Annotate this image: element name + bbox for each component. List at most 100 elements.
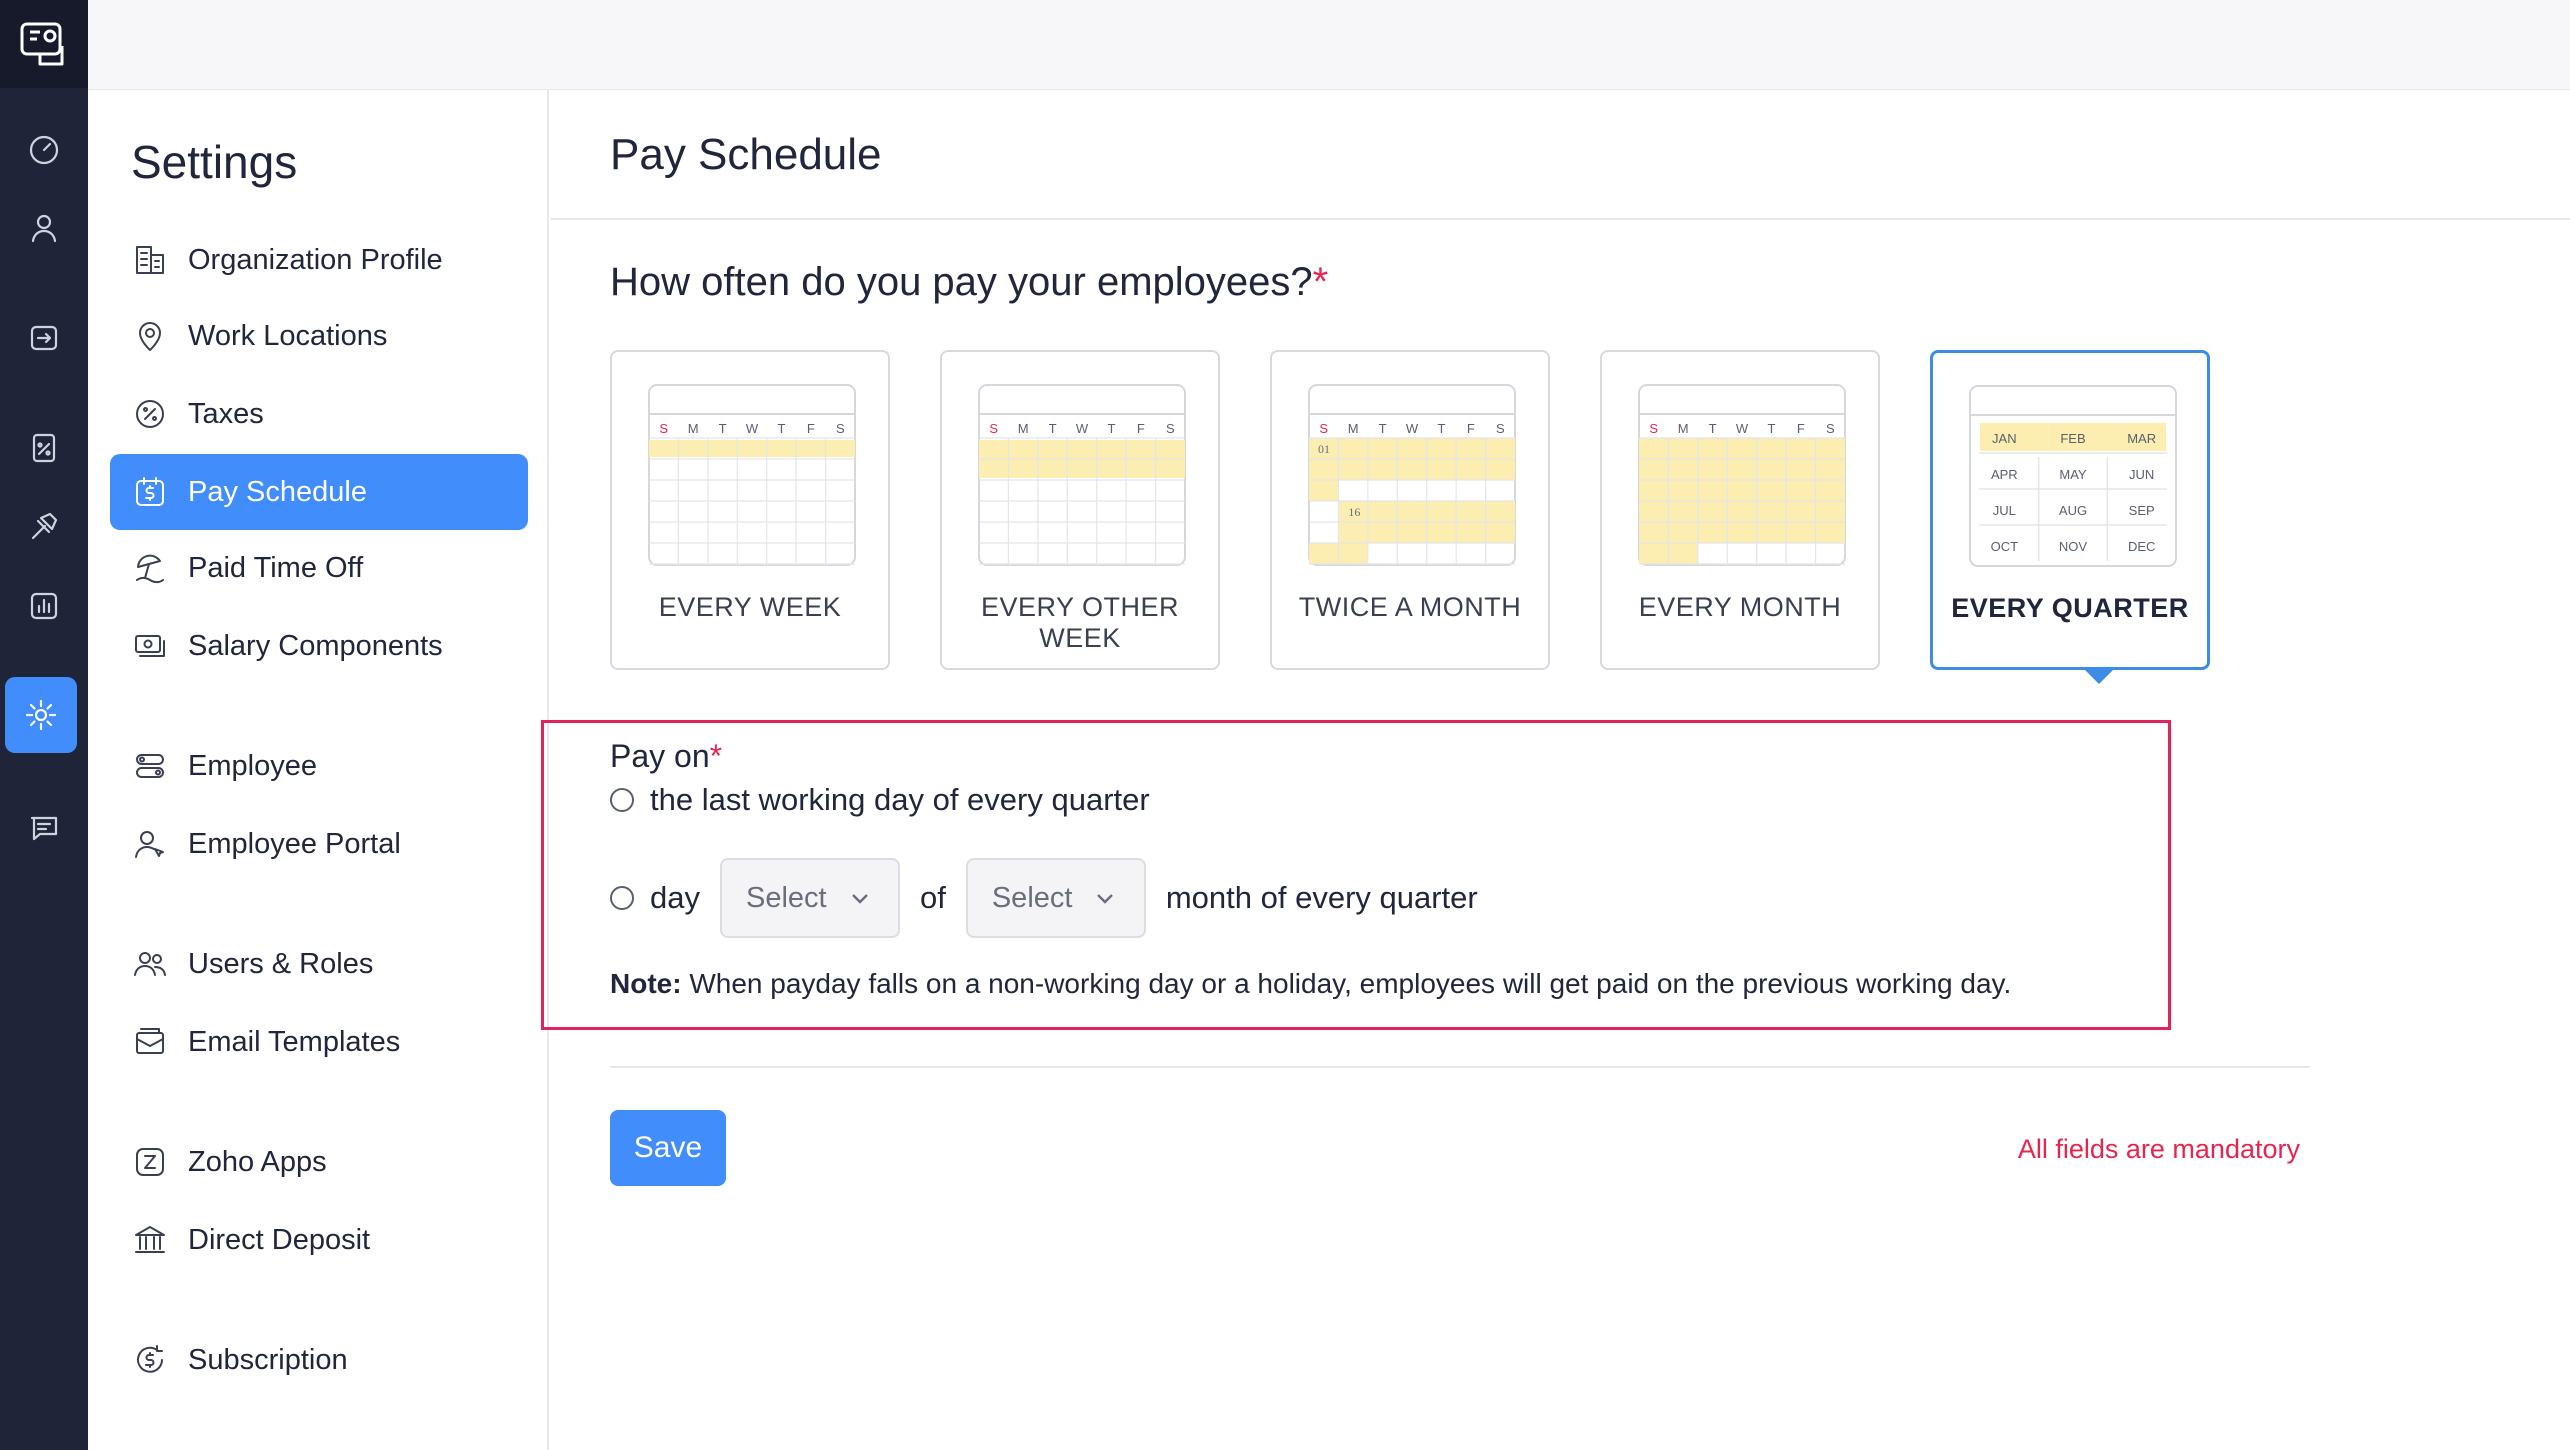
weekly-calendar-icon: SMTWTFS xyxy=(648,384,856,566)
svg-text:JUN: JUN xyxy=(2129,467,2154,482)
frequency-twice-a-month[interactable]: S M T W T F S 01 16 TWICE A MONTH xyxy=(1270,350,1550,670)
svg-text:M: M xyxy=(1348,421,1359,436)
sidebar-item-paid-time-off[interactable]: Paid Time Off xyxy=(110,530,528,606)
sidebar-item-label: Organization Profile xyxy=(188,243,443,276)
sidebar-item-subscription[interactable]: Subscription xyxy=(110,1322,528,1398)
reports-chart-icon[interactable] xyxy=(0,574,88,638)
toggle-list-icon xyxy=(132,748,168,784)
frequency-every-month[interactable]: S M T W T F S EVERY MONTH xyxy=(1600,350,1880,670)
app-rail xyxy=(0,0,88,1450)
quarterly-calendar-icon: JAN FEB MAR APR MAY JUN JUL AUG SEP OCT NOV DEC xyxy=(1969,385,2177,567)
svg-text:JUL: JUL xyxy=(1993,503,2016,518)
sidebar-item-direct-deposit[interactable]: Direct Deposit xyxy=(110,1202,528,1278)
radio-specific-day[interactable] xyxy=(610,886,634,910)
svg-text:F: F xyxy=(1137,421,1145,436)
svg-text:M: M xyxy=(1018,421,1029,436)
dashboard-gauge-icon[interactable] xyxy=(0,118,88,182)
svg-text:JAN: JAN xyxy=(1992,431,2017,446)
svg-text:T: T xyxy=(1709,421,1717,436)
divider xyxy=(610,1066,2310,1068)
sidebar-item-employee-portal[interactable]: Employee Portal xyxy=(110,806,528,882)
sidebar-item-users-roles[interactable]: Users & Roles xyxy=(110,926,528,1002)
svg-text:S: S xyxy=(989,421,998,436)
frequency-label: TWICE A MONTH xyxy=(1298,592,1522,622)
bank-icon xyxy=(132,1222,168,1258)
frequency-label: EVERY QUARTER xyxy=(1951,593,2189,623)
sidebar-item-label: Users & Roles xyxy=(188,947,374,980)
svg-text:W: W xyxy=(1736,421,1749,436)
payday-note: Note: When payday falls on a non-working… xyxy=(610,968,2011,1000)
note-label: Note: xyxy=(610,968,682,999)
top-bar xyxy=(88,0,2570,90)
frequency-every-quarter[interactable]: JAN FEB MAR APR MAY JUN JUL AUG SEP OCT NOV DEC EVE… xyxy=(1930,350,2210,684)
day-select[interactable]: Select xyxy=(719,858,900,938)
sidebar-item-label: Subscription xyxy=(188,1343,348,1376)
sidebar-item-label: Employee Portal xyxy=(188,827,401,860)
svg-text:M: M xyxy=(688,421,699,436)
semimonthly-calendar-icon: S M T W T F S 01 16 xyxy=(1308,384,1516,566)
pay-on-title: Pay on* xyxy=(610,738,722,775)
sidebar-item-work-locations[interactable]: Work Locations xyxy=(110,298,528,374)
svg-text:M: M xyxy=(1678,421,1689,436)
svg-text:T: T xyxy=(1379,421,1387,436)
location-pin-icon xyxy=(132,318,168,354)
pay-run-icon[interactable] xyxy=(0,306,88,370)
svg-text:T: T xyxy=(719,421,727,436)
sidebar-item-salary-components[interactable]: Salary Components xyxy=(110,608,528,684)
option-label-day: day xyxy=(650,880,700,915)
chat-icon[interactable] xyxy=(0,796,88,860)
svg-text:S: S xyxy=(1319,421,1328,436)
dollar-calendar-icon xyxy=(132,474,168,510)
select-value: Select xyxy=(991,881,1073,914)
save-button[interactable]: Save xyxy=(610,1110,726,1186)
svg-text:S: S xyxy=(1826,421,1835,436)
selection-pointer xyxy=(2083,668,2115,684)
approvals-hammer-icon[interactable] xyxy=(0,494,88,558)
radio-last-working-day[interactable] xyxy=(610,788,634,812)
settings-gear-icon[interactable] xyxy=(5,677,77,753)
svg-text:16: 16 xyxy=(1348,505,1360,519)
frequency-label: EVERY OTHER WEEK xyxy=(980,592,1180,653)
svg-text:MAR: MAR xyxy=(2127,431,2156,446)
pay-option-specific-day[interactable]: day Select of Select month of every quar… xyxy=(610,858,1478,938)
required-asterisk: * xyxy=(1312,260,1329,304)
main-content: Pay Schedule How often do you pay your e… xyxy=(541,90,2570,1450)
money-stack-icon xyxy=(132,628,168,664)
svg-text:W: W xyxy=(746,421,759,436)
page-header: Pay Schedule xyxy=(551,90,2570,220)
svg-text:S: S xyxy=(1166,421,1175,436)
svg-text:T: T xyxy=(1049,421,1057,436)
svg-text:S: S xyxy=(1496,421,1505,436)
month-select[interactable]: Select xyxy=(965,858,1146,938)
settings-sidebar: Settings Organization Profile Work Locat… xyxy=(88,90,549,1450)
sidebar-item-label: Pay Schedule xyxy=(188,475,367,508)
tax-document-icon[interactable] xyxy=(0,416,88,480)
note-text: When payday falls on a non-working day o… xyxy=(681,968,2012,999)
svg-text:NOV: NOV xyxy=(2059,539,2088,554)
sidebar-item-email-templates[interactable]: Email Templates xyxy=(110,1004,528,1080)
sidebar-item-zoho-apps[interactable]: Zoho Apps xyxy=(110,1124,528,1200)
person-icon[interactable] xyxy=(0,196,88,260)
sidebar-item-pay-schedule[interactable]: Pay Schedule xyxy=(110,454,528,530)
users-icon xyxy=(132,946,168,982)
frequency-every-week[interactable]: S M T W T F S EVERY WEEK xyxy=(610,350,890,670)
percent-badge-icon xyxy=(132,396,168,432)
sidebar-item-employee[interactable]: Employee xyxy=(110,728,528,804)
frequency-every-other-week[interactable]: S M T W T F S EVERY OTHER WEEK xyxy=(940,350,1220,670)
svg-text:T: T xyxy=(777,421,785,436)
svg-text:01: 01 xyxy=(1318,442,1330,456)
pay-option-last-working-day[interactable]: the last working day of every quarter xyxy=(610,782,1150,818)
sidebar-item-organization-profile[interactable]: Organization Profile xyxy=(110,222,528,298)
sidebar-item-label: Direct Deposit xyxy=(188,1223,371,1256)
sidebar-item-label: Zoho Apps xyxy=(188,1145,327,1178)
biweekly-calendar-icon: SMTWTFS xyxy=(978,384,1186,566)
sidebar-item-label: Taxes xyxy=(188,397,264,430)
svg-text:F: F xyxy=(807,421,815,436)
svg-text:APR: APR xyxy=(1991,467,2018,482)
svg-text:DEC: DEC xyxy=(2128,539,2155,554)
app-logo-icon[interactable] xyxy=(0,0,88,88)
svg-text:T: T xyxy=(1437,421,1445,436)
svg-text:W: W xyxy=(1076,421,1089,436)
sidebar-item-taxes[interactable]: Taxes xyxy=(110,376,528,452)
sidebar-item-label: Salary Components xyxy=(188,629,443,662)
